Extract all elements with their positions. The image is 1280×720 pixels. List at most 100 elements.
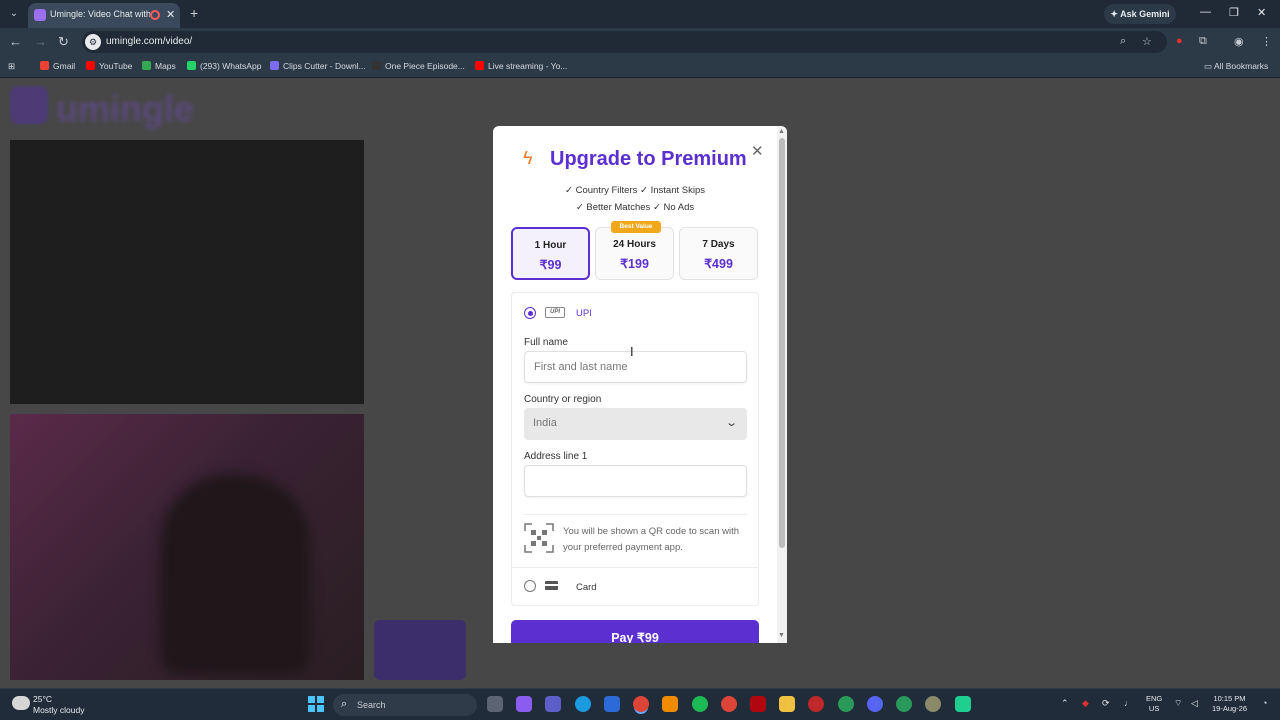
bookmark-clips-cutter[interactable]: Clips Cutter - Downl...	[270, 61, 366, 71]
tray-app-icon[interactable]: ◆	[1082, 698, 1089, 709]
restore-icon[interactable]: ❐	[1229, 6, 1239, 19]
full-name-input[interactable]	[525, 352, 746, 382]
ask-gemini-button[interactable]: ✦ Ask Gemini	[1104, 4, 1176, 24]
card-option[interactable]: Card	[512, 567, 758, 605]
chrome-active-icon[interactable]	[633, 696, 649, 712]
youtube-icon	[86, 61, 95, 70]
profile-avatar-icon[interactable]: ◉	[1234, 35, 1244, 48]
bookmark-live-streaming[interactable]: Live streaming - Yo...	[475, 61, 567, 71]
address-bar[interactable]: ⚙ umingle.com/video/ ⌕ ☆	[82, 31, 1167, 53]
browser-menu-icon[interactable]: ⋮	[1261, 35, 1272, 48]
url-text[interactable]: umingle.com/video/	[106, 36, 192, 47]
teams-icon[interactable]	[545, 696, 561, 712]
full-name-field[interactable]	[524, 351, 747, 383]
bookmark-youtube[interactable]: YouTube	[86, 61, 132, 71]
scroll-thumb[interactable]	[779, 138, 785, 548]
volume-icon[interactable]: ◁	[1191, 698, 1198, 709]
bookmark-one-piece[interactable]: One Piece Episode...	[372, 61, 465, 71]
start-button	[374, 620, 466, 680]
windows-start-icon[interactable]	[308, 696, 324, 712]
file-explorer-icon[interactable]	[779, 696, 795, 712]
gemini-icon: ✦	[1110, 9, 1121, 19]
microphone-icon[interactable]: ♩	[1124, 698, 1133, 708]
full-name-label: Full name	[524, 337, 568, 348]
plan-name: 7 Days	[702, 239, 735, 250]
feature-list: ✓ Country Filters ✓ Instant Skips ✓ Bett…	[493, 182, 777, 216]
edge-icon[interactable]	[575, 696, 591, 712]
spotify-icon[interactable]	[692, 696, 708, 712]
bookmark-label: YouTube	[99, 61, 133, 71]
task-view-icon[interactable]	[487, 696, 503, 712]
reload-icon[interactable]: ↻	[58, 34, 69, 50]
scroll-up-icon[interactable]: ▲	[778, 128, 785, 135]
upi-radio[interactable]	[524, 307, 536, 319]
lightning-icon: ϟ	[523, 148, 533, 168]
bookmark-label: Gmail	[53, 61, 76, 71]
apps-grid-icon[interactable]: ⊞	[8, 61, 15, 72]
address-input[interactable]	[525, 466, 746, 496]
site-info-icon[interactable]: ⚙	[85, 34, 101, 50]
zoom-icon[interactable]: ⌕	[1120, 35, 1126, 48]
bookmark-label: Maps	[155, 61, 176, 71]
app-icon[interactable]	[896, 696, 912, 712]
taskbar-search[interactable]: ⌕ Search	[333, 694, 477, 716]
card-radio[interactable]	[524, 580, 536, 592]
notification-icon[interactable]: ◔	[1262, 698, 1267, 708]
bookmark-whatsapp[interactable]: (293) WhatsApp	[187, 61, 261, 71]
scroll-down-icon[interactable]: ▼	[778, 632, 785, 639]
modal-scrollbar[interactable]: ▲ ▼	[777, 126, 787, 643]
minimize-icon[interactable]: —	[1200, 6, 1211, 18]
clock[interactable]: 10:15 PM 19-Aug-26	[1212, 694, 1247, 714]
app-icon[interactable]	[955, 696, 971, 712]
payment-form: UPI UPI Full name Country or region Indi…	[511, 292, 759, 606]
plan-1-hour[interactable]: 1 Hour ₹99	[511, 227, 590, 280]
plan-7-days[interactable]: 7 Days ₹499	[679, 227, 758, 280]
address-field[interactable]	[524, 465, 747, 497]
extension-icon[interactable]: ●	[1176, 35, 1183, 47]
window-close-icon[interactable]: ✕	[1257, 6, 1266, 19]
pay-button[interactable]: Pay ₹99	[511, 620, 759, 643]
country-select[interactable]: India ⌄	[524, 408, 747, 440]
tray-chevron-icon[interactable]: ⌃	[1061, 698, 1069, 709]
weather-desc[interactable]: Mostly cloudy	[33, 705, 85, 715]
bookmark-maps[interactable]: Maps	[142, 61, 176, 71]
new-tab-icon[interactable]: +	[190, 5, 198, 21]
divider	[524, 514, 747, 515]
country-value: India	[533, 417, 557, 429]
bookmark-gmail[interactable]: Gmail	[40, 61, 75, 71]
bookmark-star-icon[interactable]: ☆	[1142, 35, 1152, 48]
vlc-icon[interactable]	[662, 696, 678, 712]
discord-icon[interactable]	[867, 696, 883, 712]
weather-temp[interactable]: 25°C	[33, 694, 52, 704]
gmail-icon	[40, 61, 49, 70]
tab-close-icon[interactable]: ✕	[166, 8, 175, 21]
tab-search-icon[interactable]: ⌄	[6, 6, 22, 22]
bookmark-label: Clips Cutter - Downl...	[283, 61, 366, 71]
netflix-icon[interactable]	[750, 696, 766, 712]
youtube-live-icon	[475, 61, 484, 70]
plan-24-hours[interactable]: 24 Hours ₹199	[595, 227, 674, 280]
app-icon[interactable]	[838, 696, 854, 712]
time: 10:15 PM	[1213, 694, 1246, 703]
app-icon[interactable]	[604, 696, 620, 712]
search-icon: ⌕	[341, 698, 348, 710]
language-indicator[interactable]: ENG US	[1146, 694, 1162, 714]
whatsapp-icon	[187, 61, 196, 70]
plan-name: 1 Hour	[534, 240, 567, 251]
features-line-1: ✓ Country Filters ✓ Instant Skips	[565, 185, 705, 196]
back-icon[interactable]: ←	[9, 34, 22, 49]
modal-title: Upgrade to Premium	[550, 148, 747, 170]
app-icon[interactable]	[808, 696, 824, 712]
wifi-icon[interactable]: ⌔	[1174, 698, 1182, 709]
copilot-icon[interactable]	[516, 696, 532, 712]
tray-sync-icon[interactable]: ⟳	[1102, 698, 1110, 709]
weather-cloud-icon[interactable]	[12, 696, 30, 710]
lang-code: ENG	[1146, 694, 1163, 703]
chrome-icon[interactable]	[721, 696, 737, 712]
forward-icon[interactable]: →	[34, 34, 47, 49]
features-line-2: ✓ Better Matches ✓ No Ads	[575, 202, 695, 213]
all-bookmarks[interactable]: ▭ All Bookmarks	[1204, 61, 1268, 72]
app-icon[interactable]	[925, 696, 941, 712]
browser-tab[interactable]: Umingle: Video Chat with St ✕	[28, 3, 180, 28]
extensions-puzzle-icon[interactable]: ⧉	[1199, 35, 1207, 48]
